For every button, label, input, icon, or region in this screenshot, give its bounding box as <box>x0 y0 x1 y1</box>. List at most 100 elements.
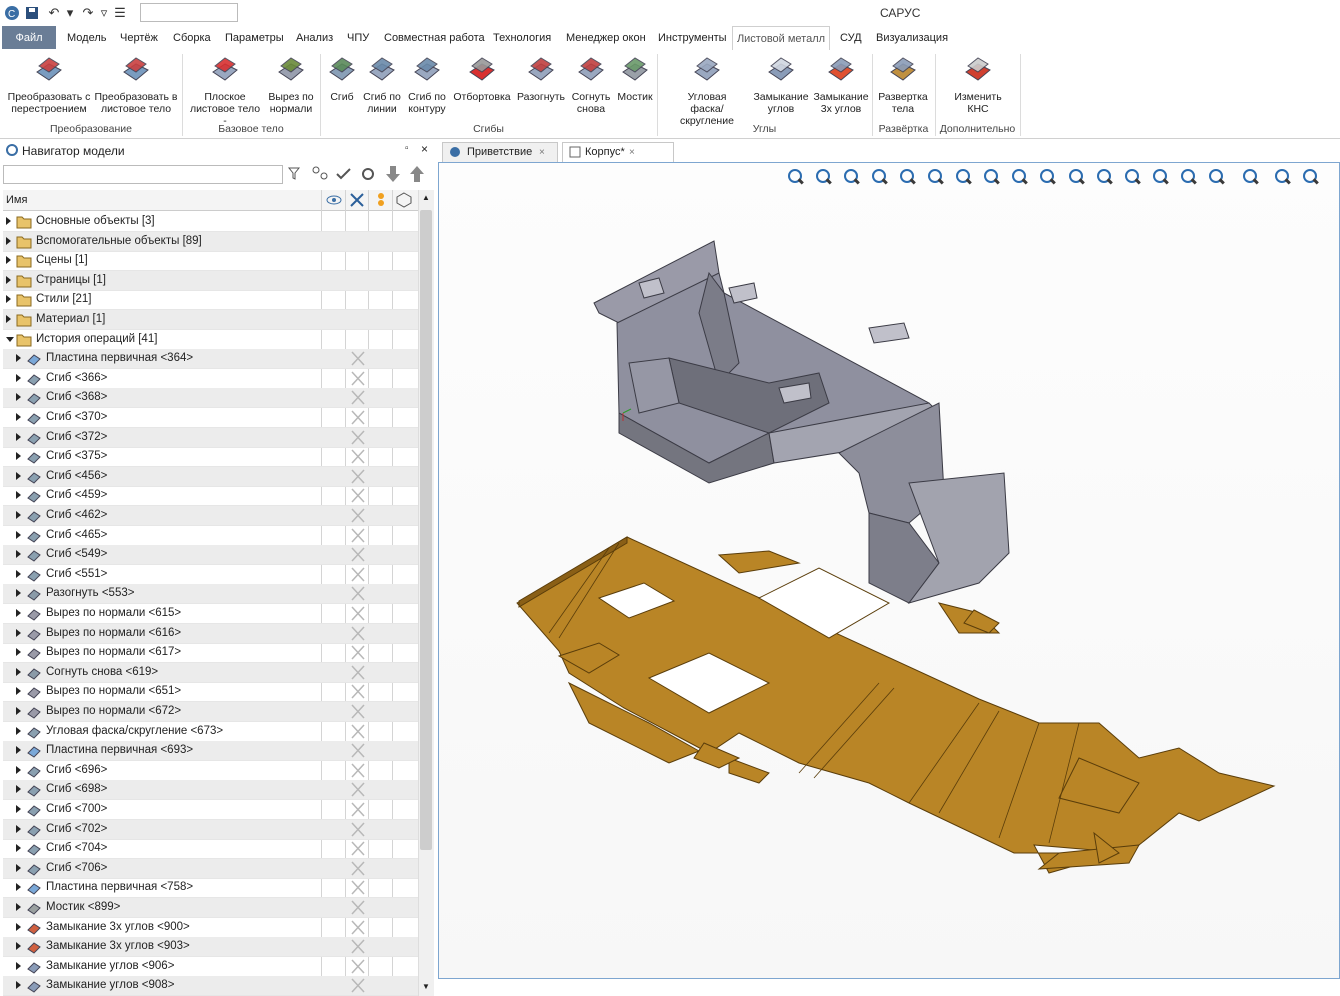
exclude-toggle-icon[interactable] <box>350 371 366 386</box>
ribbon-button-rebend[interactable]: Согнуть снова <box>568 52 614 115</box>
exclude-toggle-icon[interactable] <box>350 665 366 680</box>
normal-view-icon[interactable] <box>953 166 975 188</box>
exclude-toggle-icon[interactable] <box>350 900 366 915</box>
close-icon[interactable]: × <box>421 142 428 156</box>
expand-arrow-icon[interactable] <box>6 336 14 342</box>
tree-row[interactable]: Разогнуть <553> <box>3 584 418 605</box>
expand-arrow-icon[interactable] <box>16 844 21 853</box>
tab-welcome[interactable]: Приветствие × <box>442 142 558 163</box>
refresh-icon[interactable] <box>1272 166 1294 188</box>
exclude-toggle-icon[interactable] <box>350 959 366 974</box>
undo-icon[interactable]: ↶ <box>46 5 62 21</box>
tab-visualization[interactable]: Визуализация <box>876 26 948 49</box>
expand-arrow-icon[interactable] <box>16 805 21 813</box>
tab-model[interactable]: Модель <box>67 26 106 49</box>
scroll-down-icon[interactable]: ▼ <box>422 982 430 991</box>
navigator-search-input[interactable] <box>3 165 283 184</box>
exclude-toggle-icon[interactable] <box>350 528 366 543</box>
exclude-column-icon[interactable] <box>349 192 365 211</box>
expand-arrow-icon[interactable] <box>16 922 21 931</box>
ribbon-button-normal-cut[interactable]: Вырез по нормали <box>262 52 320 115</box>
tree-row[interactable]: Согнуть снова <619> <box>3 662 418 683</box>
exclude-toggle-icon[interactable] <box>350 743 366 758</box>
ribbon-button-corner-chamfer[interactable]: Угловая фаска/скругление <box>664 52 750 127</box>
expand-arrow-icon[interactable] <box>16 687 21 696</box>
tree-row[interactable]: Сгиб <366> <box>3 369 418 389</box>
scroll-up-icon[interactable]: ▲ <box>422 193 430 202</box>
tree-row[interactable]: Сгиб <372> <box>3 427 418 448</box>
expand-arrow-icon[interactable] <box>6 236 11 245</box>
scroll-thumb[interactable] <box>420 210 432 850</box>
tree-row[interactable]: Вспомогательные объекты [89] <box>3 231 418 252</box>
expand-arrow-icon[interactable] <box>16 589 21 598</box>
filter-icon[interactable]: ▾ <box>62 5 78 21</box>
expand-arrow-icon[interactable] <box>16 883 21 892</box>
tab-cnc[interactable]: ЧПУ <box>347 26 369 49</box>
tab-tools[interactable]: Инструменты <box>658 26 727 49</box>
tree-row[interactable]: Замыкание углов <906> <box>3 957 418 977</box>
tree-row[interactable]: Замыкание 3х углов <900> <box>3 918 418 938</box>
wireframe-view-icon[interactable] <box>1037 166 1059 188</box>
tree-row[interactable]: Сгиб <375> <box>3 447 418 468</box>
expand-arrow-icon[interactable] <box>16 785 21 794</box>
more-icon[interactable] <box>1300 166 1322 188</box>
exclude-toggle-icon[interactable] <box>350 626 366 641</box>
tab-drawing[interactable]: Чертёж <box>120 26 158 49</box>
list-menu-icon[interactable]: ☰ <box>112 5 128 21</box>
tree-row[interactable]: Сгиб <698> <box>3 780 418 801</box>
ribbon-button-three-corner-close[interactable]: Замыкание 3х углов <box>811 52 871 115</box>
exclude-toggle-icon[interactable] <box>350 704 366 719</box>
quick-command-input[interactable] <box>140 3 238 22</box>
tree-row[interactable]: Вырез по нормали <672> <box>3 702 418 722</box>
tree-row[interactable]: Сгиб <704> <box>3 839 418 860</box>
tab-technology[interactable]: Технология <box>493 26 551 49</box>
ribbon-button-bridge[interactable]: Мостик <box>613 52 657 103</box>
section-plane-icon[interactable] <box>1094 166 1116 188</box>
exclude-toggle-icon[interactable] <box>350 841 366 856</box>
expand-arrow-icon[interactable] <box>16 628 21 637</box>
expand-arrow-icon[interactable] <box>16 393 21 402</box>
exclude-toggle-icon[interactable] <box>350 351 366 366</box>
redo-icon[interactable]: ↷ <box>80 5 96 21</box>
expand-arrow-icon[interactable] <box>16 354 21 363</box>
tree-row[interactable]: Сгиб <706> <box>3 858 418 879</box>
tree-row[interactable]: Вырез по нормали <617> <box>3 643 418 664</box>
fit-all-icon[interactable] <box>1206 166 1228 188</box>
move-up-icon[interactable] <box>407 164 427 184</box>
exclude-toggle-icon[interactable] <box>350 782 366 797</box>
exclude-toggle-icon[interactable] <box>350 684 366 699</box>
ribbon-button-unbend[interactable]: Разогнуть <box>514 52 568 103</box>
move-down-icon[interactable] <box>383 164 403 184</box>
expand-arrow-icon[interactable] <box>16 765 21 774</box>
tree-row[interactable]: Сгиб <696> <box>3 761 418 781</box>
expand-arrow-icon[interactable] <box>16 903 21 911</box>
zoom-window-icon[interactable] <box>813 166 835 188</box>
exclude-toggle-icon[interactable] <box>350 763 366 778</box>
shaded-view-icon[interactable] <box>1009 166 1031 188</box>
ribbon-button-bend-contour[interactable]: Сгиб по контуру <box>404 52 450 115</box>
tree-group-icon[interactable] <box>310 164 330 184</box>
tree-row[interactable]: Сгиб <368> <box>3 388 418 409</box>
expand-arrow-icon[interactable] <box>16 824 21 833</box>
tree-row[interactable]: История операций [41] <box>3 330 418 350</box>
tab-part[interactable]: Корпус* × <box>562 142 674 163</box>
tab-window-manager[interactable]: Менеджер окон <box>566 26 646 49</box>
ribbon-button-flat-sheet-body[interactable]: Плоское листовое тело - <box>188 52 262 127</box>
expand-arrow-icon[interactable] <box>6 217 11 225</box>
tab-analysis[interactable]: Анализ <box>296 26 333 49</box>
expand-arrow-icon[interactable] <box>16 471 21 480</box>
tree-row[interactable]: Пластина первичная <758> <box>3 878 418 899</box>
tree-filter-icon[interactable] <box>286 164 306 184</box>
exclude-toggle-icon[interactable] <box>350 449 366 464</box>
expand-arrow-icon[interactable] <box>16 550 21 559</box>
close-tab-icon[interactable]: × <box>539 143 545 162</box>
expand-arrow-icon[interactable] <box>16 648 21 657</box>
tab-collaboration[interactable]: Совместная работа <box>384 26 485 49</box>
exclude-toggle-icon[interactable] <box>350 410 366 425</box>
exclude-toggle-icon[interactable] <box>350 822 366 837</box>
exclude-toggle-icon[interactable] <box>350 586 366 601</box>
tree-row[interactable]: Сгиб <702> <box>3 819 418 840</box>
zoom-out-icon[interactable] <box>869 166 891 188</box>
ribbon-button-body-unfold[interactable]: Развертка тела <box>874 52 932 115</box>
expand-arrow-icon[interactable] <box>6 256 11 265</box>
